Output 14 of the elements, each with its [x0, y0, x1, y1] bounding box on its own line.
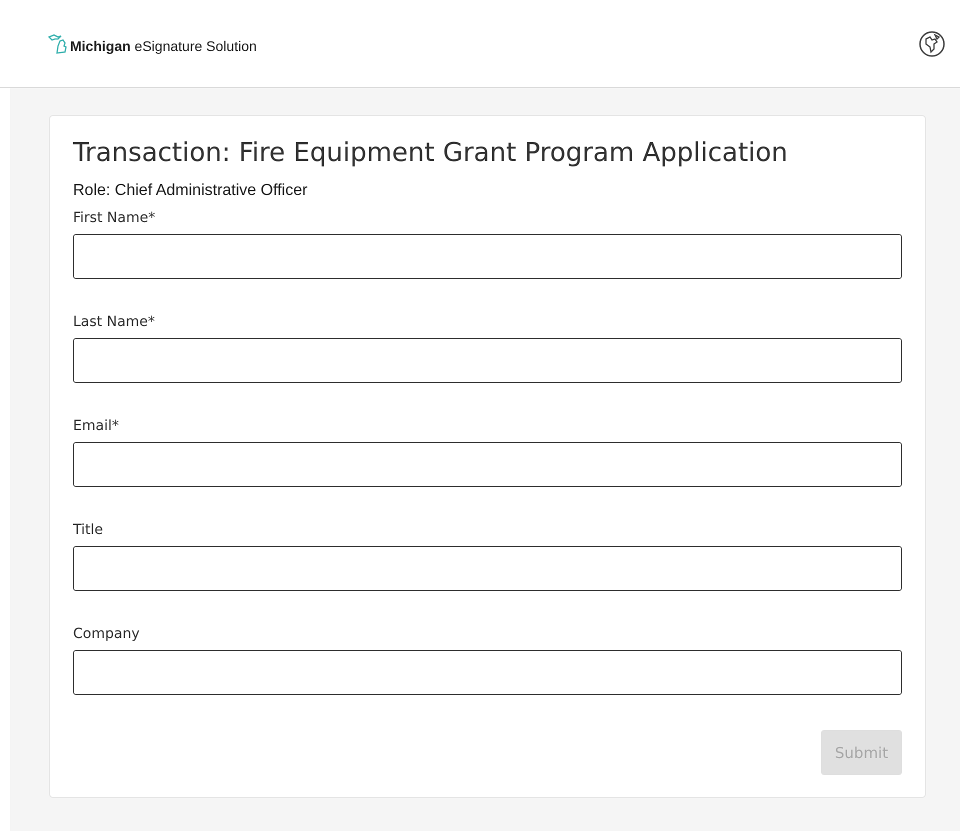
role-text: Role: Chief Administrative Officer: [73, 182, 308, 200]
field-label: First Name*: [73, 210, 156, 226]
input-field[interactable]: [73, 234, 902, 279]
logo-text: Michigan eSignature Solution: [70, 38, 257, 54]
input-field[interactable]: [73, 442, 902, 487]
transaction-title: Transaction: Fire Equipment Grant Program Application: [73, 138, 789, 168]
globe-icon[interactable]: [918, 30, 946, 58]
field-label: Last Name*: [73, 314, 156, 330]
field-label: Company: [73, 626, 141, 642]
input-field[interactable]: [73, 546, 902, 591]
input-field[interactable]: [73, 338, 902, 383]
field-label: Title: [73, 522, 104, 538]
input-field[interactable]: [73, 650, 902, 695]
field-label: Email*: [73, 418, 120, 434]
